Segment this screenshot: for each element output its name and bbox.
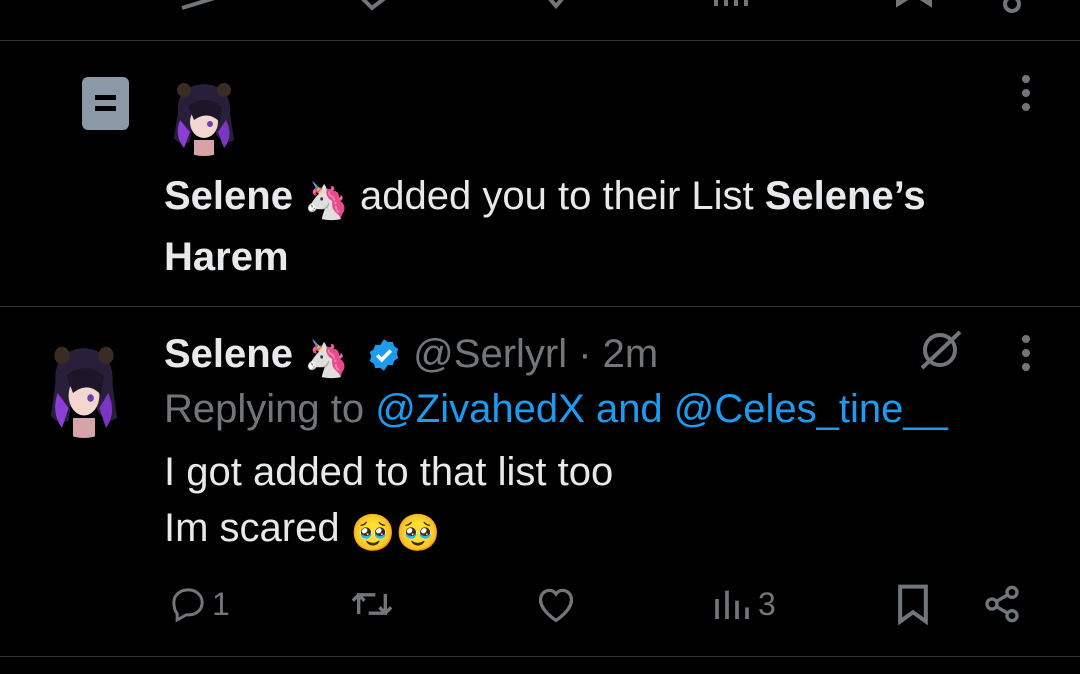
replying-to: Replying to @ZivahedX and @Celes_tine__ [164,384,948,434]
views-icon[interactable] [712,0,752,14]
author-name[interactable]: Selene [164,332,293,376]
grok-icon[interactable] [916,326,964,374]
share-icon [985,585,1019,623]
more-icon[interactable] [1016,334,1036,374]
reply-icon[interactable] [178,0,218,14]
list-icon [82,77,129,130]
separator: · [567,332,603,376]
retweet-icon [351,593,393,615]
reply-join: and [584,387,674,431]
more-icon[interactable] [1016,74,1036,114]
notification-actor-name[interactable]: Selene [164,174,293,218]
reply-button[interactable]: 1 [168,580,230,628]
reply-user-link[interactable]: @Celes_tine__ [674,387,948,431]
bookmark-button[interactable] [892,580,934,628]
bookmark-icon [898,584,928,626]
replying-prefix: Replying to [164,387,376,431]
unicorn-emoji: 🦄 [304,180,349,221]
divider [0,306,1080,307]
like-icon[interactable] [536,0,576,14]
views-icon [715,590,749,619]
tweet-body: I got added to that list too Im scared 🥹… [164,444,613,561]
tweet-time[interactable]: 2m [603,332,659,376]
view-count: 3 [758,585,776,622]
retweet-icon[interactable] [352,0,396,14]
reply-icon [172,588,204,623]
views-button[interactable]: 3 [712,580,776,628]
author-handle[interactable]: @Serlyrl [413,332,567,376]
divider [0,40,1080,41]
divider [0,656,1080,657]
avatar[interactable] [40,338,128,438]
tweet-header: Selene 🦄 @Serlyrl · 2m [164,328,658,380]
like-icon [538,588,574,623]
reply-count: 1 [212,585,230,622]
tweet-body-line: Im scared [164,506,351,550]
pleading-emoji: 🥹🥹 [350,512,441,553]
like-button[interactable] [534,580,578,628]
bookmark-icon[interactable] [894,0,934,14]
share-button[interactable] [982,580,1022,628]
verified-badge-icon [369,339,399,371]
retweet-button[interactable] [348,580,396,628]
avatar[interactable] [164,76,244,156]
unicorn-emoji: 🦄 [304,338,349,379]
share-icon[interactable] [994,0,1028,14]
notification-text: Selene 🦄 added you to their List Selene’… [164,168,1024,285]
reply-user-link[interactable]: @ZivahedX [375,387,585,431]
notification-action-text: added you to their List [348,174,765,218]
previous-item-action-bar [0,0,1080,14]
tweet-body-line: I got added to that list too [164,450,614,494]
